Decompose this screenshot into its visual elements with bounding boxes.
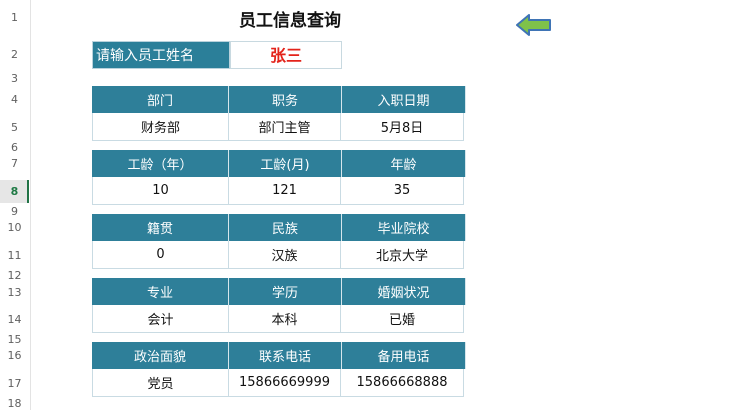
row-number[interactable]: 7 <box>0 157 29 171</box>
table-value-cell[interactable]: 121 <box>228 177 341 205</box>
row-number[interactable]: 18 <box>0 397 29 411</box>
table-value-cell[interactable]: 15866668888 <box>340 369 464 397</box>
table-value-cell[interactable]: 5月8日 <box>340 113 464 141</box>
row-number-active[interactable]: 8 <box>0 185 29 199</box>
info-table-origin: 籍贯 民族 毕业院校 0 汉族 北京大学 <box>92 214 466 269</box>
table-header-cell: 联系电话 <box>229 342 342 369</box>
table-header-cell: 毕业院校 <box>342 214 466 241</box>
table-value-cell[interactable]: 汉族 <box>228 241 341 269</box>
row-number[interactable]: 1 <box>0 11 29 25</box>
table-header-cell: 专业 <box>92 278 229 305</box>
table-header-cell: 籍贯 <box>92 214 229 241</box>
row-header-column: 1 2 3 4 5 6 7 8 9 10 11 12 13 14 15 16 1… <box>0 0 31 410</box>
table-value-cell[interactable]: 35 <box>340 177 464 205</box>
info-table-department: 部门 职务 入职日期 财务部 部门主管 5月8日 <box>92 86 466 141</box>
row-number[interactable]: 4 <box>0 93 29 107</box>
table-header-cell: 民族 <box>229 214 342 241</box>
row-number[interactable]: 14 <box>0 313 29 327</box>
table-value-cell[interactable]: 本科 <box>228 305 341 333</box>
table-header-cell: 学历 <box>229 278 342 305</box>
table-value-cell[interactable]: 部门主管 <box>228 113 341 141</box>
table-header-cell: 政治面貌 <box>92 342 229 369</box>
table-value-cell[interactable]: 15866669999 <box>228 369 341 397</box>
table-value-cell[interactable]: 会计 <box>92 305 229 333</box>
row-number[interactable]: 15 <box>0 333 29 347</box>
table-header-cell: 备用电话 <box>342 342 466 369</box>
info-table-seniority: 工龄（年） 工龄(月) 年龄 10 121 35 <box>92 150 466 205</box>
table-value-cell[interactable]: 已婚 <box>340 305 464 333</box>
table-header-cell: 工龄(月) <box>229 150 342 177</box>
table-header-cell: 职务 <box>229 86 342 113</box>
row-number[interactable]: 13 <box>0 286 29 300</box>
row-number[interactable]: 11 <box>0 249 29 263</box>
table-header-cell: 婚姻状况 <box>342 278 466 305</box>
row-number[interactable]: 6 <box>0 141 29 155</box>
row-number[interactable]: 17 <box>0 377 29 391</box>
info-table-contact: 政治面貌 联系电话 备用电话 党员 15866669999 1586666888… <box>92 342 466 397</box>
row-number[interactable]: 10 <box>0 221 29 235</box>
employee-name-input[interactable]: 张三 <box>230 41 342 69</box>
page-title: 员工信息查询 <box>239 11 341 31</box>
row-number[interactable]: 3 <box>0 72 29 86</box>
table-header-cell: 年龄 <box>342 150 466 177</box>
table-value-cell[interactable]: 财务部 <box>92 113 229 141</box>
employee-name-label: 请输入员工姓名 <box>92 41 230 69</box>
row-number[interactable]: 12 <box>0 269 29 283</box>
row-number[interactable]: 16 <box>0 349 29 363</box>
table-value-cell[interactable]: 10 <box>92 177 229 205</box>
info-table-education: 专业 学历 婚姻状况 会计 本科 已婚 <box>92 278 466 333</box>
table-header-cell: 部门 <box>92 86 229 113</box>
row-number[interactable]: 9 <box>0 205 29 219</box>
left-arrow-icon[interactable] <box>516 14 552 40</box>
table-header-cell: 入职日期 <box>342 86 466 113</box>
table-value-cell[interactable]: 0 <box>92 241 229 269</box>
table-value-cell[interactable]: 北京大学 <box>340 241 464 269</box>
row-number[interactable]: 5 <box>0 121 29 135</box>
table-value-cell[interactable]: 党员 <box>92 369 229 397</box>
table-header-cell: 工龄（年） <box>92 150 229 177</box>
row-number[interactable]: 2 <box>0 48 29 62</box>
